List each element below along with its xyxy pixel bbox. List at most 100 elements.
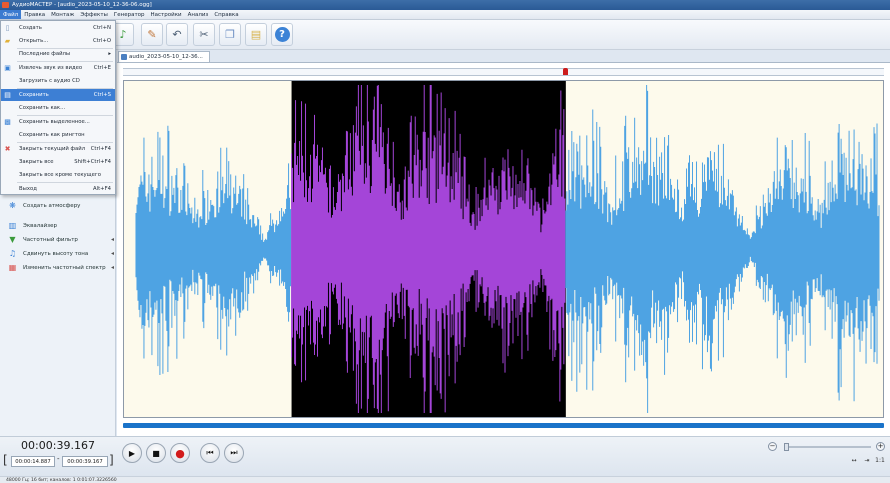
copy-icon: ❐: [225, 28, 235, 41]
menu-item-new[interactable]: ▯ Создать Ctrl+N: [1, 22, 115, 34]
menu-effects[interactable]: Эффекты: [77, 10, 111, 19]
tool-spectrum[interactable]: ▦ Изменить частотный спектр ◂: [8, 262, 116, 273]
tool-frequency-filter[interactable]: ▼ Частотный фильтр ◂: [8, 234, 116, 245]
menu-edit[interactable]: Правка: [21, 10, 48, 19]
filter-icon: ▼: [9, 235, 16, 244]
menu-item-shortcut: Alt+F4: [92, 186, 111, 192]
menu-montage[interactable]: Монтаж: [48, 10, 77, 19]
paste-icon: ▤: [250, 28, 262, 41]
audio-file-icon: [121, 54, 127, 60]
zoom-slider-track[interactable]: [785, 446, 871, 448]
tool-label: Сдвинуть высоту тона: [23, 250, 89, 257]
skip-forward-icon: ⏭: [230, 448, 238, 457]
menu-item-save[interactable]: ▤ Сохранить Ctrl+S: [1, 89, 115, 101]
submenu-arrow-icon: ▸: [108, 51, 111, 57]
tool-atmosphere[interactable]: ❋ Создать атмосферу: [8, 200, 116, 211]
tool-equalizer[interactable]: ▥ Эквалайзер: [8, 220, 116, 231]
menu-item-close-all[interactable]: Закрыть все Shift+Ctrl+F4: [1, 156, 115, 168]
new-file-icon: ▯: [5, 23, 10, 32]
menu-item-shortcut: Shift+Ctrl+F4: [74, 159, 111, 165]
menu-item-save-as[interactable]: Сохранить как...: [1, 102, 115, 114]
playhead-marker[interactable]: [563, 68, 568, 75]
selection-bracket-right: ]: [109, 453, 114, 467]
menu-settings[interactable]: Настройки: [148, 10, 185, 19]
selection-end-field[interactable]: 00:00:39.167: [62, 456, 108, 467]
menu-item-label: Загрузить с аудио CD: [19, 78, 80, 84]
menu-item-label: Создать: [19, 25, 42, 31]
menu-item-label: Извлечь звук из видео: [19, 65, 83, 71]
menu-item-save-selection[interactable]: ▩ Сохранить выделенное...: [1, 116, 115, 128]
help-icon: ?: [274, 27, 290, 42]
expand-arrow-icon[interactable]: ◂: [111, 264, 114, 271]
selection-start-field[interactable]: 00:00:14.887: [11, 456, 55, 467]
close-file-icon: ✖: [4, 144, 11, 153]
menu-item-close-current[interactable]: ✖ Закрыть текущий файл Ctrl+F4: [1, 143, 115, 155]
scroll-end-button[interactable]: ⇥: [862, 457, 872, 466]
timeline-ruler[interactable]: [123, 68, 884, 76]
folder-open-icon: ▰: [4, 36, 11, 45]
fit-width-button[interactable]: ↔: [849, 457, 859, 466]
tab-label: audio_2023-05-10_12-36...: [129, 54, 203, 60]
expand-arrow-icon[interactable]: ◂: [111, 250, 114, 257]
app-icon: [2, 2, 9, 8]
zoom-in-button[interactable]: +: [876, 442, 885, 451]
zoom-slider-thumb[interactable]: [783, 443, 789, 451]
menu-item-label: Последние файлы: [19, 51, 71, 57]
zoom-1-1-button[interactable]: 1:1: [875, 457, 885, 466]
menu-item-open[interactable]: ▰ Открыть... Ctrl+O: [1, 35, 115, 47]
scissors-icon: ✂: [199, 28, 209, 41]
pen-icon: ✎: [147, 28, 157, 41]
menu-file[interactable]: Файл: [0, 10, 22, 19]
expand-arrow-icon[interactable]: ◂: [111, 236, 114, 243]
menu-generator[interactable]: Генератор: [111, 10, 148, 19]
record-button[interactable]: ●: [170, 443, 190, 463]
stop-icon: ■: [152, 448, 160, 458]
tab-audio-file[interactable]: audio_2023-05-10_12-36...: [118, 51, 210, 62]
horizontal-scrollbar[interactable]: [123, 423, 884, 428]
tool-pitch-shift[interactable]: ♫ Сдвинуть высоту тона ◂: [8, 248, 116, 259]
skip-back-icon: ⏮: [206, 448, 214, 457]
skip-back-button[interactable]: ⏮: [200, 443, 220, 463]
menu-item-shortcut: Ctrl+E: [93, 65, 111, 71]
tool-label: Частотный фильтр: [23, 236, 78, 243]
menu-item-extract-audio[interactable]: ▣ Извлечь звук из видео Ctrl+E: [1, 62, 115, 74]
waveform-view[interactable]: [123, 80, 884, 418]
menu-item-label: Сохранить как рингтон: [19, 132, 85, 138]
record-tool-icon: ♪: [119, 28, 127, 41]
stop-button[interactable]: ■: [146, 443, 166, 463]
menu-item-load-cd[interactable]: Загрузить с аудио CD: [1, 75, 115, 87]
play-button[interactable]: ▶: [122, 443, 142, 463]
status-bar: 48000 Гц; 16 бит; каналов: 1 0:01:07.322…: [0, 476, 890, 483]
skip-forward-button[interactable]: ⏭: [224, 443, 244, 463]
menu-item-close-others[interactable]: Закрыть все кроме текущего: [1, 169, 115, 181]
selection-bracket-left: [: [3, 453, 8, 467]
copy-button[interactable]: ❐: [219, 23, 241, 46]
menu-help[interactable]: Справка: [211, 10, 241, 19]
cut-button[interactable]: ✂: [193, 23, 215, 46]
menu-item-label: Закрыть текущий файл: [19, 146, 86, 152]
help-button[interactable]: ?: [271, 23, 293, 46]
menu-item-save-ringtone[interactable]: Сохранить как рингтон: [1, 129, 115, 141]
menu-item-shortcut: Ctrl+S: [93, 92, 111, 98]
paste-button[interactable]: ▤: [245, 23, 267, 46]
current-time-display: 00:00:39.167: [21, 439, 95, 452]
menu-analysis[interactable]: Анализ: [185, 10, 212, 19]
menu-item-recent-files[interactable]: Последние файлы ▸: [1, 48, 115, 60]
window-title: АудиоМАСТЕР - [audio_2023-05-10_12-36-06…: [12, 2, 152, 8]
edit-tool-button[interactable]: ✎: [141, 23, 163, 46]
menu-item-label: Сохранить как...: [19, 105, 66, 111]
save-icon: ▤: [4, 90, 11, 99]
pitch-icon: ♫: [8, 249, 17, 258]
undo-icon: ↶: [172, 28, 182, 41]
menu-item-shortcut: Ctrl+F4: [90, 146, 111, 152]
video-icon: ▣: [4, 63, 11, 72]
tool-label: Создать атмосферу: [23, 202, 81, 209]
menu-item-exit[interactable]: Выход Alt+F4: [1, 183, 115, 195]
menu-item-label: Закрыть все кроме текущего: [19, 172, 101, 178]
file-menu-dropdown: ▯ Создать Ctrl+N ▰ Открыть... Ctrl+O Пос…: [0, 20, 116, 195]
save-selection-icon: ▩: [4, 117, 11, 126]
menu-item-label: Сохранить: [19, 92, 49, 98]
play-icon: ▶: [128, 448, 136, 458]
undo-button[interactable]: ↶: [166, 23, 188, 46]
zoom-out-button[interactable]: −: [768, 442, 777, 451]
